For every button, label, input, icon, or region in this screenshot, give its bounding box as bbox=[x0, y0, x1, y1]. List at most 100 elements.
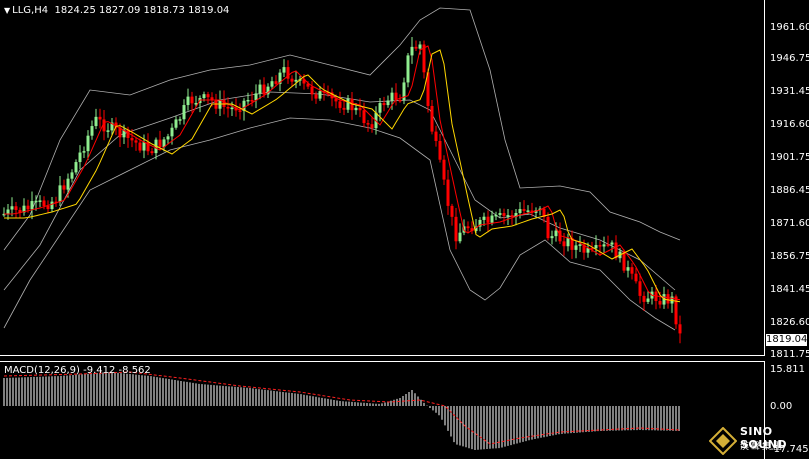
current-price-tag: 1819.04 bbox=[766, 334, 808, 346]
candle-body bbox=[190, 96, 194, 104]
candle-body bbox=[382, 103, 386, 106]
price-label: 1856.75 bbox=[770, 251, 809, 262]
candle-body bbox=[158, 139, 162, 148]
candle-body bbox=[178, 119, 182, 121]
candle-body bbox=[602, 244, 606, 247]
candle-body bbox=[454, 216, 458, 242]
candle-body bbox=[546, 216, 550, 239]
price-label: 1826.60 bbox=[770, 317, 809, 328]
candle-body bbox=[262, 84, 266, 95]
chart-window[interactable]: { "header": { "symbol_timeframe": "LLG,H… bbox=[0, 0, 809, 459]
chart-header: ▼ LLG,H4 1824.25 1827.09 1818.73 1819.04 bbox=[4, 5, 229, 16]
candle-body bbox=[50, 201, 54, 210]
candle-body bbox=[378, 103, 382, 113]
candle-body bbox=[274, 81, 278, 84]
candle-body bbox=[434, 131, 438, 142]
candle-body bbox=[646, 298, 650, 302]
candle-body bbox=[486, 216, 490, 223]
candle-body bbox=[614, 242, 618, 259]
price-label: 1946.75 bbox=[770, 53, 809, 64]
candle-body bbox=[58, 185, 62, 203]
macd-axis-label: 15.811 bbox=[770, 364, 805, 375]
candle-body bbox=[494, 214, 498, 217]
candle-body bbox=[634, 273, 638, 282]
candle-body bbox=[258, 84, 262, 94]
candle-body bbox=[90, 126, 94, 136]
candle-body bbox=[630, 267, 634, 274]
candle-body bbox=[482, 216, 486, 220]
candle-body bbox=[526, 210, 530, 212]
moving-averages bbox=[4, 45, 681, 303]
candle-body bbox=[294, 79, 298, 82]
candle-body bbox=[34, 200, 38, 203]
price-label: 1886.45 bbox=[770, 185, 809, 196]
candle-body bbox=[246, 99, 250, 102]
candle-body bbox=[10, 206, 14, 210]
candle-body bbox=[30, 201, 34, 210]
candle-body bbox=[358, 107, 362, 111]
candle-body bbox=[642, 295, 646, 302]
candle-body bbox=[394, 92, 398, 100]
candle-body bbox=[442, 159, 446, 180]
candle-body bbox=[578, 244, 582, 246]
candle-body bbox=[666, 294, 670, 304]
price-label: 1961.60 bbox=[770, 22, 809, 33]
candle-body bbox=[506, 215, 510, 217]
macd-signal-line bbox=[3, 371, 681, 445]
candle-body bbox=[550, 236, 554, 239]
candle-body bbox=[598, 245, 602, 247]
candle-body bbox=[366, 123, 370, 125]
candle-body bbox=[26, 205, 30, 210]
candle-body bbox=[606, 244, 610, 246]
price-label: 1901.75 bbox=[770, 152, 809, 163]
bollinger-bands bbox=[3, 7, 681, 331]
candle-body bbox=[370, 124, 374, 129]
candle-body bbox=[78, 152, 82, 163]
macd-indicator bbox=[3, 371, 681, 450]
ma-fast-line bbox=[4, 45, 681, 301]
candle-body bbox=[410, 46, 414, 56]
candle-body bbox=[310, 86, 314, 95]
macd-axis-label: 0.00 bbox=[770, 401, 793, 412]
candle-body bbox=[338, 101, 342, 108]
candle-body bbox=[430, 105, 434, 132]
candle-body bbox=[46, 205, 50, 210]
candle-body bbox=[74, 162, 78, 173]
candle-body bbox=[342, 107, 346, 110]
chart-canvas bbox=[2, 7, 682, 450]
candle-body bbox=[458, 232, 462, 242]
candle-body bbox=[450, 205, 454, 217]
candle-body bbox=[610, 242, 614, 245]
candle-body bbox=[502, 213, 506, 216]
candle-body bbox=[678, 324, 682, 334]
candle-body bbox=[94, 116, 98, 127]
logo-text-cn: 漢聲集團 bbox=[740, 442, 785, 452]
candle-body bbox=[138, 142, 142, 151]
candle-body bbox=[390, 92, 394, 101]
candle-body bbox=[386, 100, 390, 106]
candle-body bbox=[86, 135, 90, 152]
candle-body bbox=[142, 142, 146, 151]
candle-body bbox=[498, 213, 502, 215]
candle-body bbox=[466, 226, 470, 229]
candle-body bbox=[70, 172, 74, 179]
candle-body bbox=[170, 127, 174, 137]
candle-body bbox=[658, 301, 662, 305]
candle-body bbox=[82, 151, 86, 153]
candle-body bbox=[42, 200, 46, 206]
candle-body bbox=[418, 44, 422, 49]
candle-body bbox=[130, 137, 134, 141]
candle-body bbox=[270, 81, 274, 87]
candle-body bbox=[250, 99, 254, 102]
dropdown-triangle-icon[interactable]: ▼ bbox=[4, 6, 10, 15]
candle-body bbox=[174, 119, 178, 128]
candle-body bbox=[290, 78, 294, 82]
candle-body bbox=[186, 96, 190, 106]
candle-body bbox=[518, 209, 522, 214]
candle-body bbox=[638, 281, 642, 296]
candle-body bbox=[222, 99, 226, 107]
macd-label: MACD(12,26,9) -9.412 -8.562 bbox=[4, 365, 151, 376]
symbol-timeframe: LLG,H4 bbox=[12, 5, 49, 16]
candle-body bbox=[398, 99, 402, 102]
sino-sound-logo: SINO SOUND 漢聲集團 bbox=[707, 425, 807, 457]
